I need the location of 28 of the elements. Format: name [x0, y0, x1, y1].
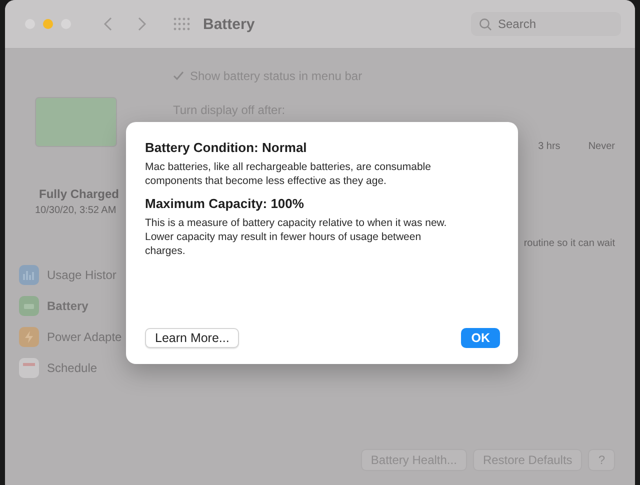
slider-tick-label: 3 hrs	[538, 141, 560, 152]
setting-description: routine so it can wait	[524, 238, 615, 249]
sidebar-item[interactable]: Battery	[47, 298, 88, 312]
slider-tick-label: Never	[588, 141, 615, 152]
sidebar-item[interactable]: Usage Histor	[47, 268, 116, 282]
learn-more-button[interactable]: Learn More...	[145, 328, 240, 348]
sidebar-item[interactable]: Power Adapte	[47, 330, 122, 344]
forward-icon[interactable]	[137, 17, 147, 31]
window-title: Battery	[203, 16, 255, 32]
dialog-text: Mac batteries, like all rechargeable batteries, are consumable components that become less effective as they age.	[145, 160, 432, 188]
battery-status: Fully Charged	[39, 187, 120, 201]
chart-icon	[19, 264, 39, 284]
ok-button[interactable]: OK	[461, 328, 500, 348]
checkmark-icon[interactable]	[173, 71, 184, 81]
search-icon	[479, 18, 492, 31]
grid-icon[interactable]	[173, 17, 191, 31]
dialog-text: This is a measure of battery capacity relative to when it was new. Lower capacity may result in fewer hours of usage between charges.	[145, 216, 448, 258]
help-button[interactable]: ?	[588, 449, 615, 471]
minimize-button[interactable]	[43, 19, 53, 29]
sidebar-item[interactable]: Schedule	[47, 360, 98, 374]
dialog-heading: Battery Condition: Normal	[145, 140, 308, 155]
battery-icon	[19, 296, 39, 316]
calendar-icon	[19, 358, 39, 378]
dialog-heading: Maximum Capacity: 100%	[145, 196, 305, 211]
bolt-icon	[19, 326, 39, 346]
charge-date: 10/30/20, 3:52 AM	[35, 205, 118, 216]
search-field[interactable]: Search	[471, 12, 621, 36]
back-icon[interactable]	[103, 17, 113, 31]
